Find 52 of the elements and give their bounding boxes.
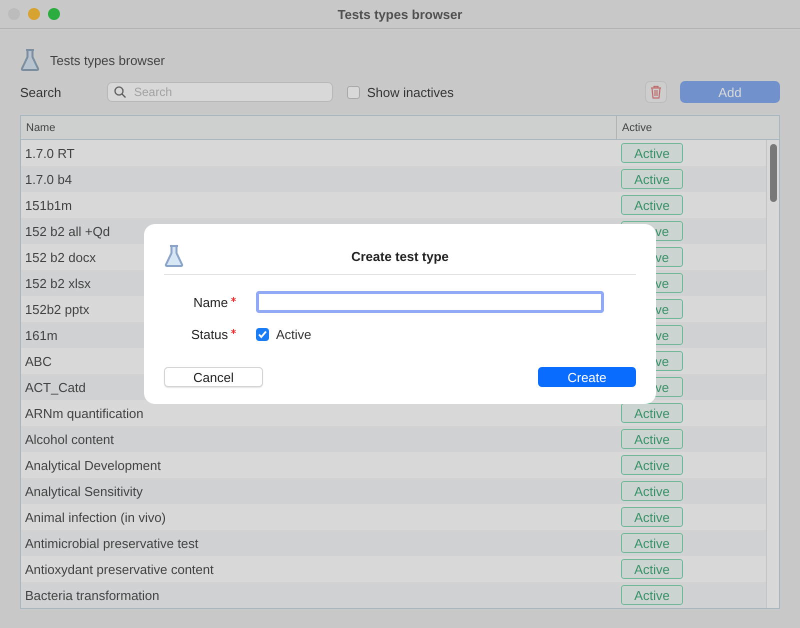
status-badge: Active [621,559,683,579]
table-cell: Analytical Development [25,458,161,472]
create-button[interactable]: Create [538,367,636,387]
table-cell: ACT_Catd [25,380,86,394]
cancel-button[interactable]: Cancel [164,367,263,387]
window-title: Tests types browser [338,6,462,22]
delete-button[interactable] [645,81,667,103]
zoom-button[interactable] [48,8,60,20]
table-cell: Antimicrobial preservative test [25,536,198,550]
table-cell: 152 b2 all +Qd [25,224,110,238]
table-cell: Antioxydant preservative content [25,562,214,576]
page-title: Tests types browser [50,52,165,68]
active-label: Active [276,326,312,342]
table-cell: Analytical Sensitivity [25,484,143,498]
table-cell: Bacteria transformation [25,588,160,602]
scrollbar-thumb[interactable] [770,144,776,202]
table-cell: 1.7.0 RT [25,146,75,160]
field-label: Name [193,294,228,310]
table-cell: Alcohol content [25,432,114,446]
status-badge: Active [621,143,683,163]
table-cell: 161m [25,328,58,342]
column-header[interactable]: Active [617,116,779,139]
status-badge: Active [621,429,683,449]
active-checkbox[interactable] [256,328,269,340]
table-cell: 152b2 pptx [25,302,90,316]
search-label: Search [20,84,62,100]
table-cell: 1.7.0 b4 [25,172,72,186]
table-cell: 151b1m [25,198,72,212]
status-badge: Active [621,481,683,501]
flask-icon [164,245,184,267]
status-badge: Active [621,403,683,423]
status-badge: Active [621,585,683,605]
table-cell: ARNm quantification [25,406,144,420]
status-badge: Active [621,195,683,215]
show-inactives-label: Show inactives [367,84,454,100]
minimize-button[interactable] [28,8,40,20]
status-badge: Active [621,169,683,189]
trash-icon [650,85,662,99]
flask-icon [20,49,40,71]
table-cell: 152 b2 docx [25,250,96,264]
table-cell: ABC [25,354,52,368]
show-inactives-checkbox[interactable] [347,86,360,98]
search-icon [114,86,126,98]
field-label: Status [191,326,228,342]
table-cell: 152 b2 xlsx [25,276,91,290]
status-badge: Active [621,533,683,553]
status-badge: Active [621,507,683,527]
name-field[interactable] [256,291,604,313]
table-cell: Animal infection (in vivo) [25,510,166,524]
dialog-title: Create test type [350,248,450,264]
column-header[interactable]: Name [21,116,617,139]
status-badge: Active [621,455,683,475]
